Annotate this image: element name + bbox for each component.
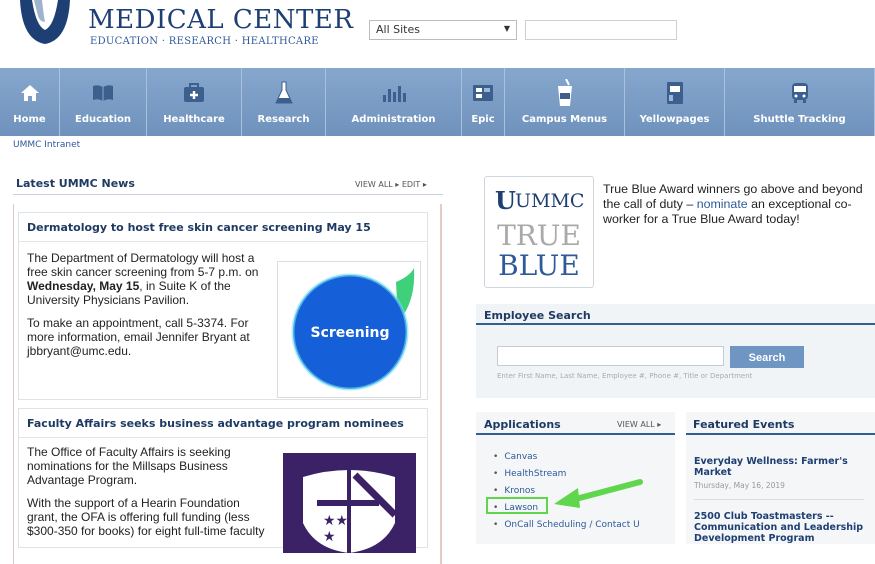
event-title[interactable]: 2500 Club Toastmasters -- Communication … <box>694 511 869 544</box>
nav-item-label: Campus Menus <box>521 114 608 125</box>
event-title[interactable]: Everyday Wellness: Farmer's Market <box>694 456 864 478</box>
news-image[interactable]: Screening <box>277 261 421 398</box>
screening-image-text: Screening <box>310 325 389 341</box>
svg-text:U: U <box>495 186 516 215</box>
news-card: Faculty Affairs seeks business advantage… <box>18 408 428 553</box>
logo-subtitle: EDUCATION · RESEARCH · HEALTHCARE <box>90 36 319 47</box>
app-link-canvas[interactable]: Canvas <box>493 449 640 466</box>
applications-title: Applications <box>484 418 561 431</box>
flask-icon <box>274 81 294 105</box>
breadcrumb[interactable]: UMMC Intranet <box>13 140 80 150</box>
true-blue-true-text: TRUE <box>497 219 581 252</box>
logo-mark[interactable] <box>14 0 76 46</box>
site-select[interactable]: All Sites ▼ <box>369 20 517 40</box>
employee-search-title: Employee Search <box>484 309 591 322</box>
bus-icon <box>790 81 810 105</box>
divider <box>476 433 675 435</box>
faculty-shield-image[interactable]: ★★ ★ <box>283 453 416 553</box>
nav-item-label: Shuttle Tracking <box>753 114 846 125</box>
svg-text:★: ★ <box>323 529 336 545</box>
nav-item-shuttle-tracking[interactable]: Shuttle Tracking <box>725 68 875 136</box>
dropdown-arrow-icon: ▼ <box>503 24 510 33</box>
nav-item-education[interactable]: Education <box>60 68 147 136</box>
true-blue-ummc-text: UMMC <box>515 190 584 212</box>
featured-events-title: Featured Events <box>693 418 795 431</box>
news-text: The Department of Dermatology will host … <box>27 251 259 279</box>
news-view-all-edit-links[interactable]: VIEW ALL ▸ EDIT ▸ <box>355 180 427 189</box>
app-link-oncall[interactable]: OnCall Scheduling / Contact U <box>493 517 639 534</box>
book-icon <box>91 81 115 105</box>
nav-item-label: Home <box>13 114 46 125</box>
site-select-value: All Sites <box>376 23 420 36</box>
divider <box>476 323 875 325</box>
nav-item-label: Administration <box>351 114 436 125</box>
applications-view-all-link[interactable]: VIEW ALL ▸ <box>617 420 661 429</box>
logo-title: MEDICAL CENTER <box>88 5 354 35</box>
nav-item-healthcare[interactable]: Healthcare <box>147 68 242 136</box>
news-card-title[interactable]: Faculty Affairs seeks business advantage… <box>19 409 427 438</box>
medical-kit-icon <box>183 81 205 105</box>
employee-search-input[interactable] <box>497 346 724 366</box>
nav-item-home[interactable]: Home <box>0 68 60 136</box>
event-date: Thursday, May 16, 2019 <box>694 481 785 490</box>
nav-item-campus-menus[interactable]: Campus Menus <box>505 68 625 136</box>
news-card-title[interactable]: Dermatology to host free skin cancer scr… <box>19 213 427 242</box>
news-date-bold: Wednesday, May 15 <box>27 279 140 293</box>
divider <box>13 194 443 195</box>
divider <box>686 433 875 435</box>
true-blue-text: True Blue Award winners go above and bey… <box>603 182 875 227</box>
nav-item-label: Yellowpages <box>639 114 710 125</box>
nav-item-label: Healthcare <box>163 114 225 125</box>
bar-chart-icon <box>381 81 407 105</box>
employee-search-button[interactable]: Search <box>730 346 804 368</box>
news-text: The Office of Faculty Affairs is seeking… <box>27 445 231 487</box>
phonebook-icon <box>665 81 685 105</box>
true-blue-blue-text: BLUE <box>498 249 580 282</box>
divider <box>694 499 864 500</box>
true-blue-logo[interactable]: U UMMC TRUE BLUE <box>484 176 594 288</box>
news-card: Dermatology to host free skin cancer scr… <box>18 212 428 400</box>
drink-cup-icon <box>556 79 574 106</box>
nominate-link[interactable]: nominate <box>697 197 748 211</box>
nav-item-label: Education <box>75 114 131 125</box>
news-text: With the support of a Hearin Foundation … <box>27 496 265 538</box>
epic-screen-icon <box>472 81 494 105</box>
home-icon <box>20 81 40 105</box>
main-nav: Home Education Healthcare Research Administr… <box>0 68 875 136</box>
news-text: To make an appointment, call 5-3374. For… <box>27 316 250 358</box>
news-card-body: The Office of Faculty Affairs is seeking… <box>27 445 272 547</box>
nav-item-label: Research <box>257 114 310 125</box>
green-arrow-icon <box>554 479 643 508</box>
svg-text:★★: ★★ <box>323 513 348 529</box>
nav-item-yellowpages[interactable]: Yellowpages <box>625 68 725 136</box>
nav-item-research[interactable]: Research <box>242 68 326 136</box>
top-search-input[interactable] <box>525 20 677 40</box>
nav-item-epic[interactable]: Epic <box>462 68 505 136</box>
news-card-body: The Department of Dermatology will host … <box>27 251 272 367</box>
lawson-highlight-box <box>486 497 548 514</box>
employee-search-hint: Enter First Name, Last Name, Employee #,… <box>497 372 753 380</box>
news-section-title: Latest UMMC News <box>16 177 135 190</box>
nav-item-administration[interactable]: Administration <box>326 68 462 136</box>
nav-item-label: Epic <box>471 114 495 125</box>
